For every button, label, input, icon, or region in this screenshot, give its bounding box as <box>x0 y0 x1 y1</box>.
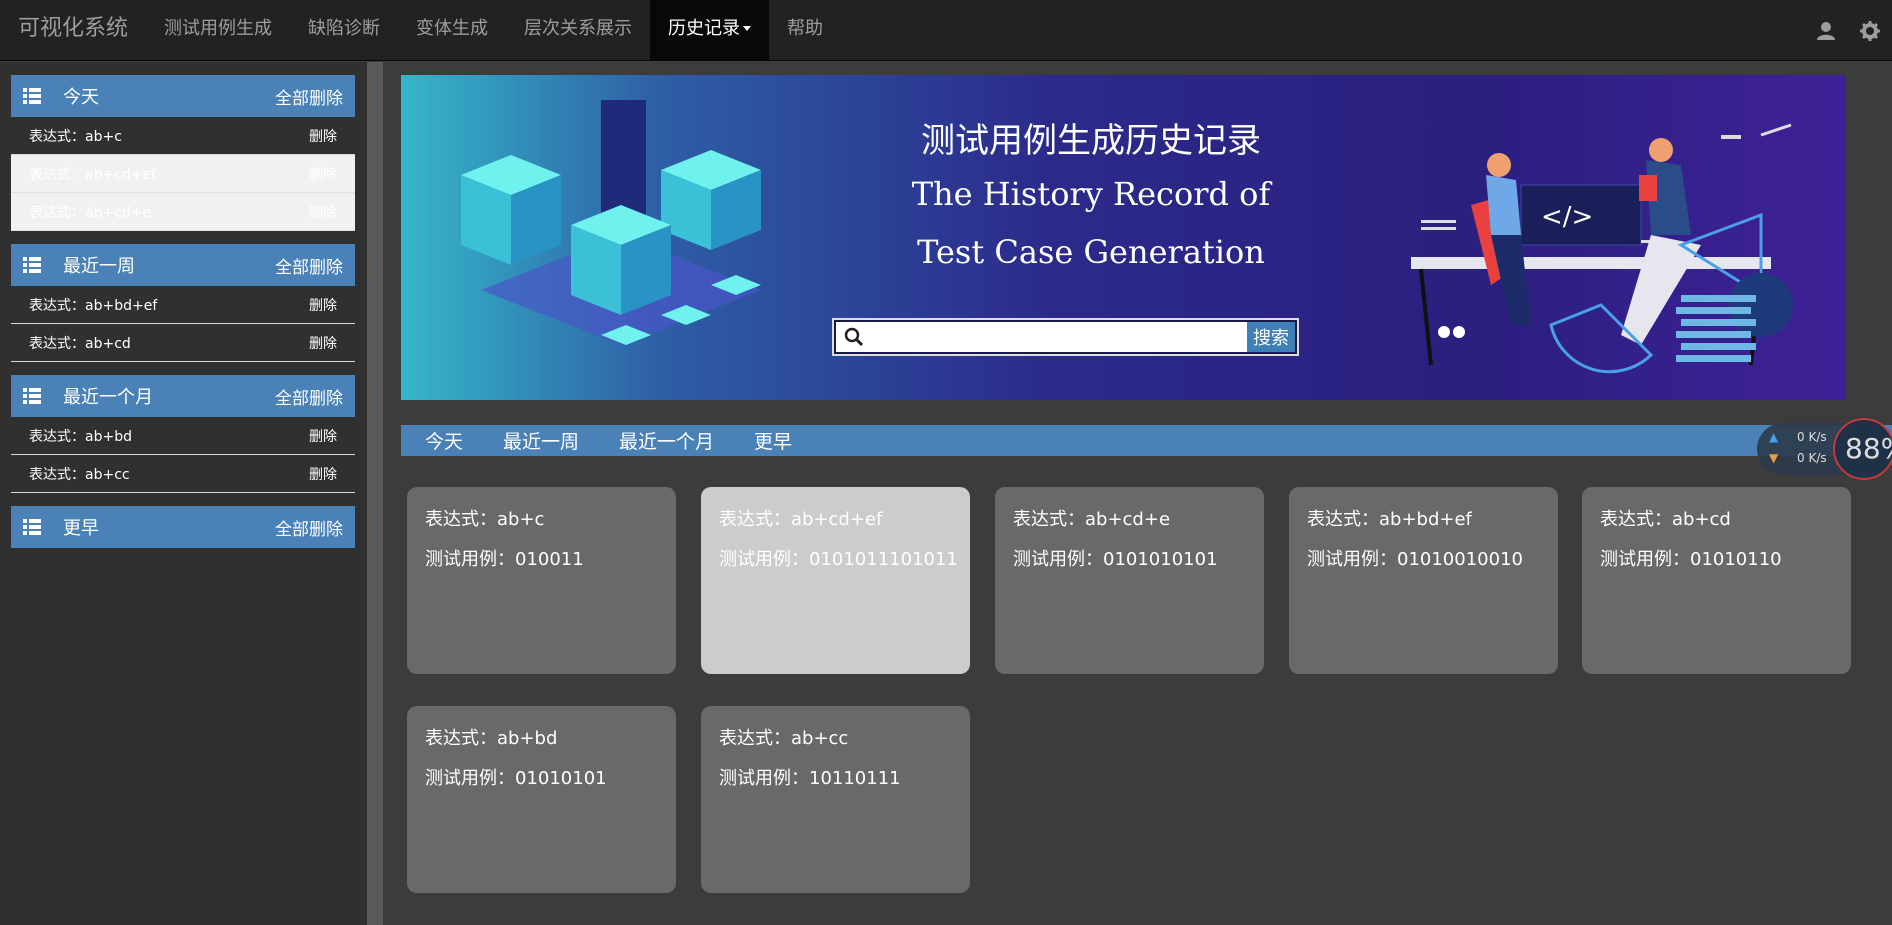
caret-down-icon <box>743 26 752 31</box>
group-header: 最近一个月 全部删除 <box>11 375 355 417</box>
user-icon[interactable] <box>1804 0 1848 61</box>
delete-all-button[interactable]: 全部删除 <box>275 384 343 409</box>
list-icon <box>23 388 41 404</box>
time-filter-tabs: 今天 最近一周 最近一个月 更早 <box>401 425 1892 456</box>
brand-logo-text[interactable]: 可视化系统 <box>0 0 146 61</box>
history-card[interactable]: 表达式：ab+cd 测试用例：01010110 <box>1582 487 1851 674</box>
card-expression: 表达式：ab+bd <box>425 728 558 749</box>
group-last-week: 最近一周 全部删除 表达式：ab+bd+ef 删除 表达式：ab+cd 删除 <box>11 244 355 362</box>
delete-button[interactable]: 删除 <box>309 295 337 315</box>
list-icon <box>23 88 41 104</box>
card-test-case: 测试用例：0101010101 <box>1013 549 1218 570</box>
group-title: 最近一周 <box>63 256 135 277</box>
top-navbar: 可视化系统 测试用例生成 缺陷诊断 变体生成 层次关系展示 历史记录 帮助 <box>0 0 1892 61</box>
tab-today[interactable]: 今天 <box>425 427 463 454</box>
group-title: 更早 <box>63 518 99 539</box>
delete-button[interactable]: 删除 <box>309 202 337 222</box>
card-expression: 表达式：ab+c <box>425 509 545 530</box>
banner-title-cn: 测试用例生成历史记录 <box>921 121 1261 161</box>
history-card[interactable]: 表达式：ab+bd+ef 测试用例：01010010010 <box>1289 487 1558 674</box>
group-last-month: 最近一个月 全部删除 表达式：ab+bd 删除 表达式：ab+cc 删除 <box>11 375 355 493</box>
search-icon <box>836 322 872 352</box>
delete-button[interactable]: 删除 <box>309 426 337 446</box>
card-test-case: 测试用例：01010110 <box>1600 549 1782 570</box>
card-test-case: 测试用例：0101011101011 <box>719 549 958 570</box>
banner-title-en-line2: Test Case Generation <box>917 233 1265 271</box>
history-card[interactable]: 表达式：ab+c 测试用例：010011 <box>407 487 676 674</box>
history-item[interactable]: 表达式：ab+bd+ef 删除 <box>11 286 355 324</box>
nav-defect-diagnosis[interactable]: 缺陷诊断 <box>290 0 398 61</box>
card-test-case: 测试用例：10110111 <box>719 768 901 789</box>
upload-speed: 0 K/s <box>1797 430 1827 444</box>
tab-last-week[interactable]: 最近一周 <box>503 427 579 454</box>
history-item[interactable]: 表达式：ab+cd+ef 删除 <box>11 155 355 193</box>
history-card[interactable]: 表达式：ab+cc 测试用例：10110111 <box>701 706 970 893</box>
history-item[interactable]: 表达式：ab+bd 删除 <box>11 417 355 455</box>
history-item[interactable]: 表达式：ab+cd+e 删除 <box>11 193 355 231</box>
nav-history-dropdown[interactable]: 历史记录 <box>650 0 770 61</box>
list-icon <box>23 257 41 273</box>
nav-help[interactable]: 帮助 <box>769 0 841 61</box>
download-arrow-icon: ▼ <box>1769 451 1779 465</box>
history-expression: 表达式：ab+cd <box>29 335 131 352</box>
group-header: 最近一周 全部删除 <box>11 244 355 286</box>
nav-history-label: 历史记录 <box>668 17 741 39</box>
delete-button[interactable]: 删除 <box>309 333 337 353</box>
delete-button[interactable]: 删除 <box>309 164 337 184</box>
card-expression: 表达式：ab+cc <box>719 728 849 749</box>
group-title: 最近一个月 <box>63 387 153 408</box>
card-expression: 表达式：ab+bd+ef <box>1307 509 1472 530</box>
card-expression: 表达式：ab+cd <box>1600 509 1731 530</box>
list-icon <box>23 519 41 535</box>
sidebar-scrollbar[interactable] <box>367 62 383 925</box>
delete-button[interactable]: 删除 <box>309 464 337 484</box>
delete-button[interactable]: 删除 <box>309 126 337 146</box>
banner-title-en-line1: The History Record of <box>911 175 1271 213</box>
history-card[interactable]: 表达式：ab+cd+e 测试用例：0101010101 <box>995 487 1264 674</box>
history-expression: 表达式：ab+c <box>29 128 122 145</box>
group-title: 今天 <box>63 87 99 108</box>
delete-all-button[interactable]: 全部删除 <box>275 515 343 540</box>
card-test-case: 测试用例：01010101 <box>425 768 607 789</box>
search-button[interactable]: 搜索 <box>1247 322 1295 352</box>
group-today: 今天 全部删除 表达式：ab+c 删除 表达式：ab+cd+ef 删除 表达式：ab… <box>11 75 355 231</box>
group-header: 今天 全部删除 <box>11 75 355 117</box>
delete-all-button[interactable]: 全部删除 <box>275 84 343 109</box>
group-header: 更早 全部删除 <box>11 506 355 548</box>
people-illustration: </> <box>1411 123 1793 374</box>
group-earlier: 更早 全部删除 <box>11 506 355 548</box>
search-box: 搜索 <box>832 318 1299 356</box>
history-card[interactable]: 表达式：ab+cd+ef 测试用例：0101011101011 <box>701 487 970 674</box>
server-illustration <box>461 100 761 345</box>
history-expression: 表达式：ab+bd <box>29 428 132 445</box>
history-expression: 表达式：ab+cd+e <box>29 204 152 221</box>
history-expression: 表达式：ab+cd+ef <box>29 166 157 183</box>
nav-variant-generation[interactable]: 变体生成 <box>398 0 506 61</box>
search-input[interactable] <box>872 322 1247 352</box>
tab-last-month[interactable]: 最近一个月 <box>619 427 714 454</box>
navbar-right <box>1804 0 1892 61</box>
history-item[interactable]: 表达式：ab+c 删除 <box>11 117 355 155</box>
delete-all-button[interactable]: 全部删除 <box>275 253 343 278</box>
download-speed: 0 K/s <box>1797 451 1827 465</box>
history-banner: 测试用例生成历史记录 The History Record of Test Ca… <box>401 75 1846 400</box>
history-item[interactable]: 表达式：ab+cc 删除 <box>11 455 355 493</box>
card-expression: 表达式：ab+cd+ef <box>719 509 883 530</box>
history-expression: 表达式：ab+cc <box>29 466 130 483</box>
history-expression: 表达式：ab+bd+ef <box>29 297 158 314</box>
upload-arrow-icon: ▲ <box>1769 430 1779 444</box>
history-card[interactable]: 表达式：ab+bd 测试用例：01010101 <box>407 706 676 893</box>
history-item[interactable]: 表达式：ab+cd 删除 <box>11 324 355 362</box>
usage-percent: 88% <box>1833 418 1892 480</box>
card-expression: 表达式：ab+cd+e <box>1013 509 1171 530</box>
nav-test-case-generation[interactable]: 测试用例生成 <box>146 0 290 61</box>
card-test-case: 测试用例：010011 <box>425 549 584 570</box>
card-test-case: 测试用例：01010010010 <box>1307 549 1523 570</box>
nav-hierarchy-display[interactable]: 层次关系展示 <box>506 0 650 61</box>
tab-earlier[interactable]: 更早 <box>754 427 792 454</box>
gear-icon[interactable] <box>1848 0 1892 61</box>
svg-text:</>: </> <box>1541 202 1593 232</box>
network-speed-widget[interactable]: ▲ ▼ 0 K/s 0 K/s 88% <box>1757 418 1892 480</box>
